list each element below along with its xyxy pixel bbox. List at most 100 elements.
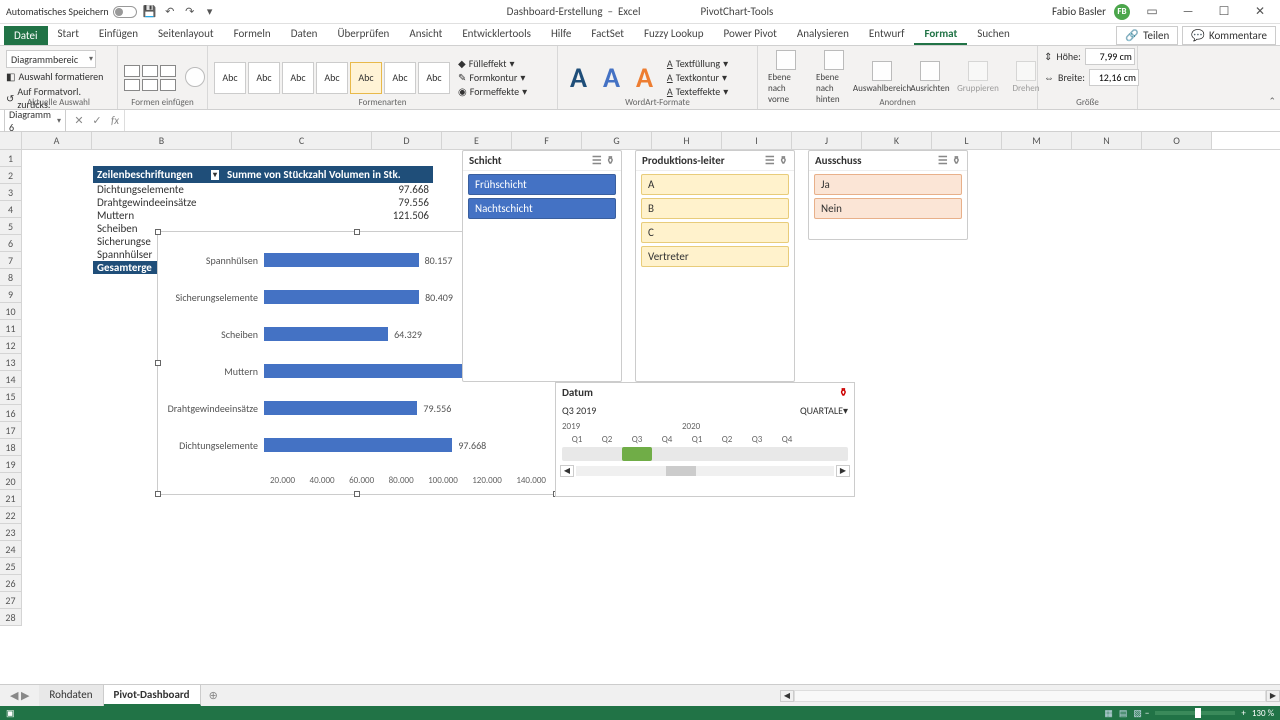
timeline-datum[interactable]: Datum⚱ Q3 2019QUARTALE ▾ 20192020 Q1Q2Q3… [555,382,855,497]
row-header[interactable]: 5 [0,218,22,235]
column-header[interactable]: A [22,132,92,149]
slicer-ausschuss[interactable]: Ausschuss☰⚱ JaNein [808,150,968,240]
add-sheet-icon[interactable]: ⊕ [201,689,226,702]
column-header[interactable]: H [652,132,722,149]
enter-icon[interactable]: ✓ [88,114,106,127]
zoom-level[interactable]: 130 % [1252,708,1274,719]
multiselect-icon[interactable]: ☰ [938,154,948,167]
pagebreak-view-icon[interactable]: ▧ [1133,708,1142,719]
tab-power pivot[interactable]: Power Pivot [713,24,786,45]
row-header[interactable]: 9 [0,286,22,303]
row-header[interactable]: 1 [0,150,22,167]
column-header[interactable]: O [1142,132,1212,149]
row-header[interactable]: 23 [0,524,22,541]
column-header[interactable]: C [232,132,372,149]
slicer-item[interactable]: A [641,174,789,195]
row-header[interactable]: 12 [0,337,22,354]
row-header[interactable]: 19 [0,456,22,473]
text-fill-button[interactable]: A Textfüllung ▾ [667,57,728,70]
chart-element-dropdown[interactable]: Diagrammbereic [6,50,96,68]
row-header[interactable]: 13 [0,354,22,371]
row-header[interactable]: 7 [0,252,22,269]
column-header[interactable]: G [582,132,652,149]
clear-filter-icon[interactable]: ⚱ [952,154,961,167]
wordart-style[interactable]: A [564,60,593,95]
row-header[interactable]: 10 [0,303,22,320]
tab-entwurf[interactable]: Entwurf [859,24,915,45]
shape-style-gallery[interactable]: AbcAbcAbc AbcAbcAbc Abc [214,62,450,94]
autosave-toggle[interactable]: Automatisches Speichern [6,5,137,18]
collapse-ribbon-icon[interactable]: ⌃ [1268,96,1276,107]
qat-customize-icon[interactable]: ▾ [203,5,217,19]
avatar[interactable]: FB [1114,4,1130,20]
pivot-row[interactable]: Dichtungselemente97.668 [93,183,433,196]
row-header[interactable]: 17 [0,422,22,439]
tab-hilfe[interactable]: Hilfe [541,24,581,45]
share-button[interactable]: 🔗 Teilen [1116,26,1178,45]
spreadsheet-grid[interactable]: ABCDEFGHIJKLMNO 123456789101112131415161… [0,132,1280,684]
row-header[interactable]: 8 [0,269,22,286]
tab-formeln[interactable]: Formeln [224,24,281,45]
shape-fill-button[interactable]: ◆ Fülleffekt ▾ [458,57,527,70]
granularity-dropdown-icon[interactable]: ▾ [843,404,848,417]
format-selection-button[interactable]: ◧ Auswahl formatieren [6,70,103,83]
row-header[interactable]: 24 [0,541,22,558]
wordart-style[interactable]: A [597,60,626,95]
row-header[interactable]: 28 [0,609,22,626]
ribbon-options-icon[interactable]: ▭ [1138,2,1166,22]
column-header[interactable]: F [512,132,582,149]
comments-button[interactable]: 💬 Kommentare [1182,26,1276,45]
multiselect-icon[interactable]: ☰ [765,154,775,167]
chart-bar[interactable]: Drahtgewindeeinsätze79.556 [158,398,556,418]
close-icon[interactable]: ✕ [1246,2,1274,22]
tab-entwicklertools[interactable]: Entwicklertools [452,24,541,45]
column-header[interactable]: I [722,132,792,149]
zoom-slider[interactable] [1155,711,1235,715]
tab-fuzzy lookup[interactable]: Fuzzy Lookup [634,24,714,45]
scroll-left-icon[interactable]: ◀ [560,465,574,477]
tab-überprüfen[interactable]: Überprüfen [327,24,399,45]
fx-icon[interactable]: fx [106,114,124,127]
clear-filter-icon[interactable]: ⚱ [606,154,615,167]
row-header[interactable]: 4 [0,201,22,218]
save-icon[interactable]: 💾 [143,5,157,19]
zoom-out-icon[interactable]: − [1145,708,1149,719]
row-header[interactable]: 6 [0,235,22,252]
row-header[interactable]: 25 [0,558,22,575]
tab-suchen[interactable]: Suchen [967,24,1020,45]
filter-icon[interactable]: ▾ [211,170,219,180]
column-header[interactable]: D [372,132,442,149]
slicer-item[interactable]: Nachtschicht [468,198,616,219]
scroll-right-icon[interactable]: ▶ [836,465,850,477]
shape-gallery[interactable] [124,65,176,91]
tab-format[interactable]: Format [914,24,967,45]
column-header[interactable]: K [862,132,932,149]
height-input[interactable] [1085,48,1135,65]
row-header[interactable]: 20 [0,473,22,490]
tab-start[interactable]: Start [48,24,89,45]
tab-factset[interactable]: FactSet [581,24,634,45]
row-header[interactable]: 2 [0,167,22,184]
tab-einfügen[interactable]: Einfügen [89,24,148,45]
row-header[interactable]: 15 [0,388,22,405]
pagelayout-view-icon[interactable]: ▤ [1119,708,1128,719]
slicer-item[interactable]: C [641,222,789,243]
undo-icon[interactable]: ↶ [163,5,177,19]
tab-daten[interactable]: Daten [281,24,328,45]
zoom-in-icon[interactable]: + [1241,708,1245,719]
column-header[interactable]: L [932,132,1002,149]
maximize-icon[interactable]: ☐ [1210,2,1238,22]
row-header[interactable]: 27 [0,592,22,609]
row-header[interactable]: 14 [0,371,22,388]
row-header[interactable]: 21 [0,490,22,507]
slicer-item[interactable]: B [641,198,789,219]
shape-outline-button[interactable]: ✎ Formkontur ▾ [458,71,527,84]
row-header[interactable]: 26 [0,575,22,592]
multiselect-icon[interactable]: ☰ [592,154,602,167]
column-header[interactable]: B [92,132,232,149]
formula-input[interactable] [124,110,1280,131]
text-outline-button[interactable]: A Textkontur ▾ [667,71,728,84]
column-header[interactable]: N [1072,132,1142,149]
slicer-item[interactable]: Frühschicht [468,174,616,195]
slicer-item[interactable]: Nein [814,198,962,219]
